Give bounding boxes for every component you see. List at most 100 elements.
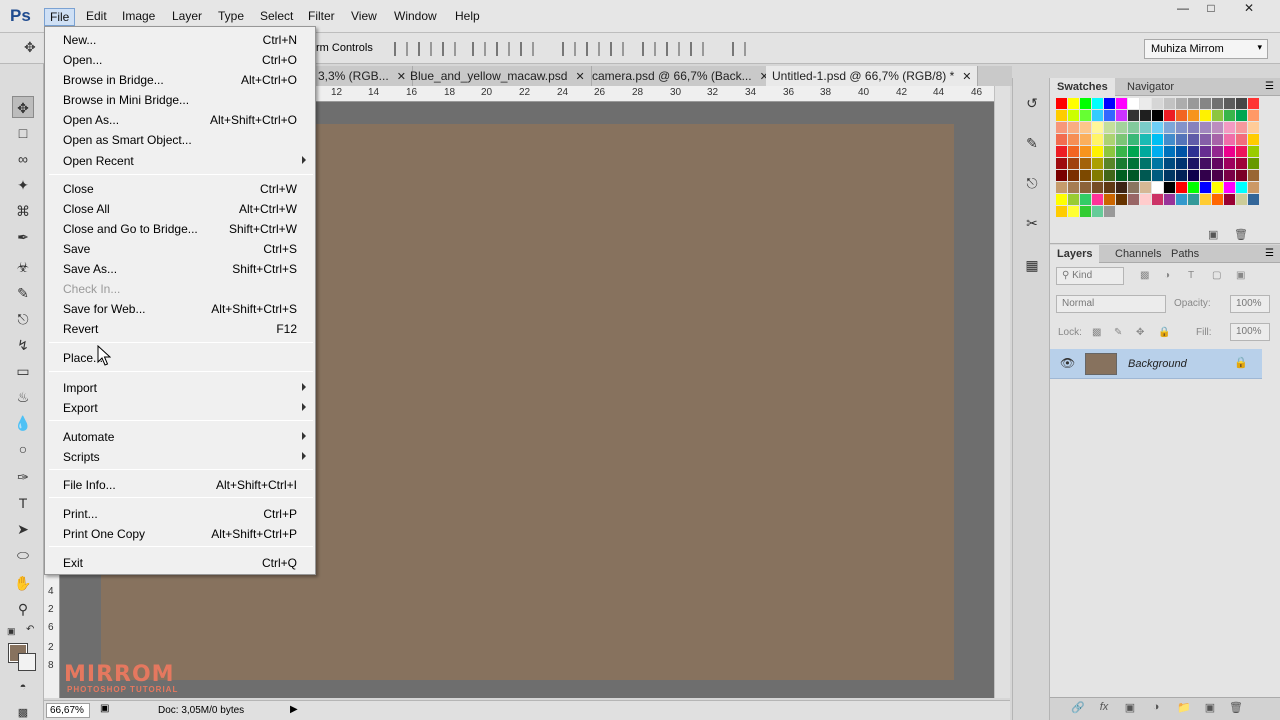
color-swatch[interactable]: [1248, 122, 1259, 133]
color-swatch[interactable]: [1188, 170, 1199, 181]
color-swatch[interactable]: [1224, 182, 1235, 193]
blur-tool-icon[interactable]: 💧: [12, 412, 34, 434]
color-swatch[interactable]: [1200, 158, 1211, 169]
menu-layer[interactable]: Layer: [167, 8, 207, 26]
color-swatch[interactable]: [1068, 134, 1079, 145]
align-right-icon[interactable]: [520, 42, 534, 56]
distribute-left-icon[interactable]: [642, 42, 656, 56]
color-swatch[interactable]: [1056, 98, 1067, 109]
color-swatch[interactable]: [1200, 182, 1211, 193]
color-swatch[interactable]: [1152, 182, 1163, 193]
menu-item-open-as[interactable]: Open As... Alt+Shift+Ctrl+O: [45, 110, 315, 130]
color-swatch[interactable]: [1212, 182, 1223, 193]
color-swatch[interactable]: [1164, 98, 1175, 109]
layer-comps-panel-icon[interactable]: ▦: [1021, 254, 1043, 276]
opacity-input[interactable]: 100%: [1230, 295, 1270, 313]
color-swatch[interactable]: [1200, 170, 1211, 181]
menu-item-revert[interactable]: Revert F12: [45, 319, 315, 339]
color-swatch[interactable]: [1152, 122, 1163, 133]
color-swatch[interactable]: [1068, 98, 1079, 109]
color-swatch[interactable]: [1104, 98, 1115, 109]
default-colors-icon[interactable]: ▣: [7, 626, 16, 637]
color-swatch[interactable]: [1080, 122, 1091, 133]
color-swatch[interactable]: [1128, 122, 1139, 133]
menu-item-browse-mini-bridge[interactable]: Browse in Mini Bridge...: [45, 90, 315, 110]
color-swatch[interactable]: [1212, 194, 1223, 205]
color-swatch[interactable]: [1212, 170, 1223, 181]
color-swatch[interactable]: [1092, 206, 1103, 217]
color-swatch[interactable]: [1248, 134, 1259, 145]
color-swatch[interactable]: [1188, 110, 1199, 121]
close-icon[interactable]: ✕: [1236, 1, 1262, 19]
menu-item-open-smart-object[interactable]: Open as Smart Object...: [45, 130, 315, 150]
color-swatch[interactable]: [1056, 194, 1067, 205]
clone-source-panel-icon[interactable]: ⎋: [1021, 172, 1043, 194]
color-swatch[interactable]: [1164, 134, 1175, 145]
menu-item-close-go-bridge[interactable]: Close and Go to Bridge... Shift+Ctrl+W: [45, 219, 315, 239]
color-swatch[interactable]: [1224, 98, 1235, 109]
color-swatch[interactable]: [1188, 146, 1199, 157]
color-swatch[interactable]: [1080, 98, 1091, 109]
menu-item-automate[interactable]: Automate: [45, 427, 315, 447]
color-swatch[interactable]: [1080, 146, 1091, 157]
zoom-tool-icon[interactable]: ⚲: [12, 598, 34, 620]
ellipse-tool-icon[interactable]: ⬭: [12, 544, 34, 566]
color-swatch[interactable]: [1236, 182, 1247, 193]
color-swatch[interactable]: [1080, 170, 1091, 181]
color-swatch[interactable]: [1080, 182, 1091, 193]
zoom-input[interactable]: 66,67%: [46, 703, 90, 718]
align-hcenter-icon[interactable]: [496, 42, 510, 56]
layer-filter-select[interactable]: ⚲ Kind: [1056, 267, 1124, 285]
color-swatch[interactable]: [1188, 182, 1199, 193]
color-swatch[interactable]: [1212, 98, 1223, 109]
color-swatch[interactable]: [1128, 146, 1139, 157]
tab-navigator[interactable]: Navigator: [1120, 78, 1181, 96]
align-left-icon[interactable]: [472, 42, 486, 56]
color-swatch[interactable]: [1128, 194, 1139, 205]
color-swatch[interactable]: [1140, 98, 1151, 109]
paint-bucket-tool-icon[interactable]: ♨: [12, 386, 34, 408]
color-swatch[interactable]: [1068, 194, 1079, 205]
color-swatch[interactable]: [1164, 122, 1175, 133]
align-bottom-icon[interactable]: [442, 42, 456, 56]
color-swatch[interactable]: [1128, 158, 1139, 169]
color-swatch[interactable]: [1188, 122, 1199, 133]
brush-tool-icon[interactable]: ✎: [12, 282, 34, 304]
color-swatch[interactable]: [1080, 194, 1091, 205]
color-swatch[interactable]: [1236, 194, 1247, 205]
menu-item-print-one-copy[interactable]: Print One Copy Alt+Shift+Ctrl+P: [45, 524, 315, 544]
menu-item-browse-bridge[interactable]: Browse in Bridge... Alt+Ctrl+O: [45, 70, 315, 90]
distribute-top-icon[interactable]: [562, 42, 576, 56]
color-swatch[interactable]: [1080, 134, 1091, 145]
color-swatch[interactable]: [1104, 158, 1115, 169]
filter-smart-object-icon[interactable]: ▣: [1236, 270, 1245, 281]
color-swatch[interactable]: [1092, 194, 1103, 205]
menu-type[interactable]: Type: [213, 8, 249, 26]
color-swatch[interactable]: [1092, 134, 1103, 145]
menu-help[interactable]: Help: [450, 8, 485, 26]
color-swatch[interactable]: [1152, 110, 1163, 121]
color-swatch[interactable]: [1128, 98, 1139, 109]
blend-mode-select[interactable]: Normal: [1056, 295, 1166, 313]
menu-select[interactable]: Select: [255, 8, 298, 26]
layer-thumbnail[interactable]: [1085, 353, 1117, 375]
layer-row[interactable]: 👁 Background 🔒: [1050, 349, 1262, 379]
color-swatch[interactable]: [1092, 98, 1103, 109]
color-swatch[interactable]: [1164, 182, 1175, 193]
color-swatch[interactable]: [1224, 194, 1235, 205]
filter-adjustment-icon[interactable]: ◑: [1164, 270, 1170, 281]
delete-swatch-icon[interactable]: 🗑: [1234, 228, 1248, 241]
color-swatch[interactable]: [1116, 122, 1127, 133]
color-swatch[interactable]: [1092, 146, 1103, 157]
color-swatch[interactable]: [1176, 134, 1187, 145]
color-swatch[interactable]: [1248, 146, 1259, 157]
eyedropper-tool-icon[interactable]: ✒: [12, 226, 34, 248]
menu-item-scripts[interactable]: Scripts: [45, 447, 315, 467]
color-swatch[interactable]: [1164, 170, 1175, 181]
color-swatch[interactable]: [1056, 170, 1067, 181]
color-swatch[interactable]: [1056, 134, 1067, 145]
path-selection-tool-icon[interactable]: ➤: [12, 518, 34, 540]
color-swatch[interactable]: [1188, 98, 1199, 109]
color-swatch[interactable]: [1212, 146, 1223, 157]
vertical-scrollbar[interactable]: [994, 86, 1010, 698]
